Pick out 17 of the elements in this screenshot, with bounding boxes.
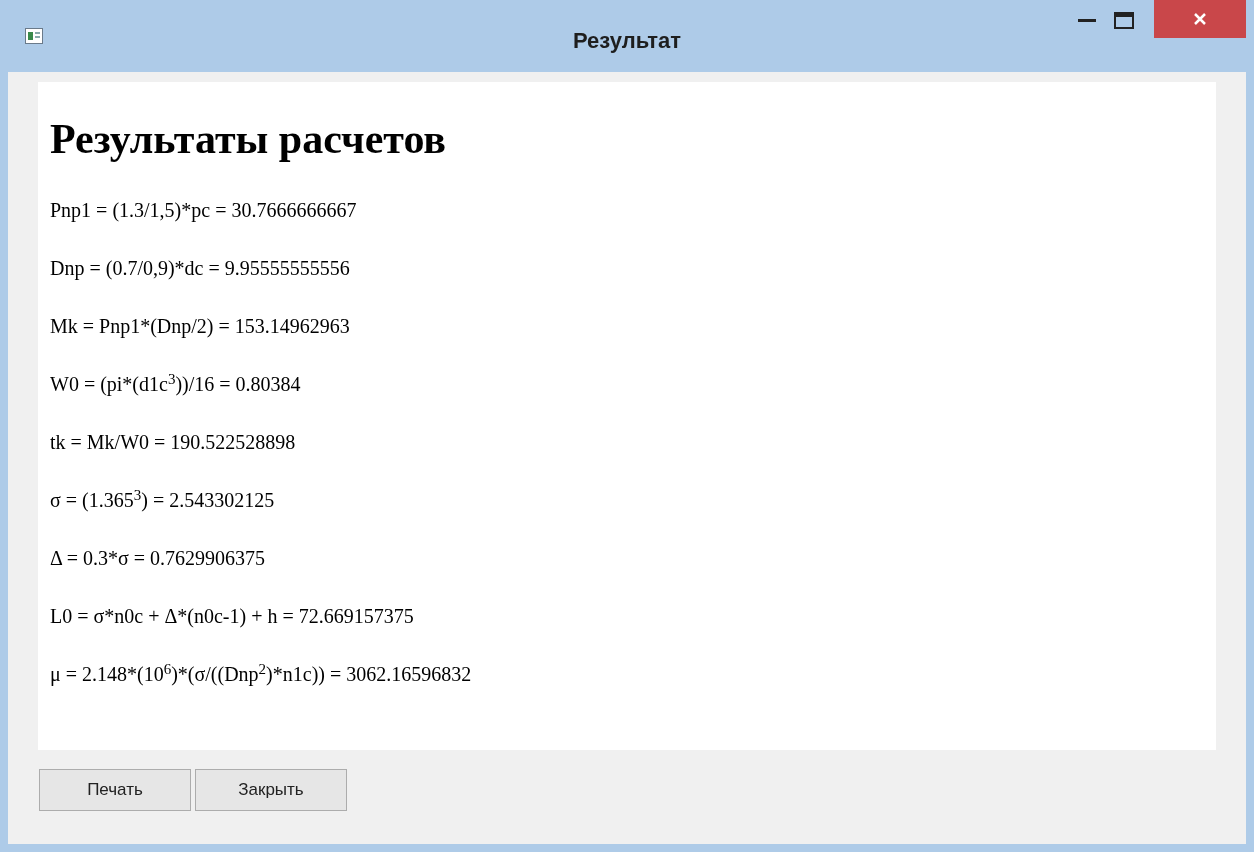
formula-line: W0 = (pi*(d1c$^{3}$))/16 = 0.80384 xyxy=(50,372,302,396)
window-title: Результат xyxy=(573,27,681,55)
maximize-icon xyxy=(1114,11,1134,29)
formula-line: L0 = σ*n0c + Δ*(n0c-1) + h = 72.669157375 xyxy=(50,604,415,628)
formula-line: Δ = 0.3*σ = 0.7629906375 xyxy=(50,546,267,570)
minimize-icon xyxy=(1078,18,1096,22)
formula-line: Pnp1 = (1.3/1,5)*pc = 30.7666666667 xyxy=(50,198,358,222)
close-icon xyxy=(1193,12,1207,26)
formula-line: σ = (1.365$^{3}$) = 2.543302125 xyxy=(50,488,276,512)
dialog-button[interactable]: Печать xyxy=(39,769,191,811)
formula-line: tk = Mk/W0 = 190.522528898 xyxy=(50,430,297,454)
app-icon xyxy=(25,28,43,44)
formula-line: Mk = Pnp1*(Dnp/2) = 153.14962963 xyxy=(50,314,351,338)
formula-line: Dnp = (0.7/0,9)*dc = 9.95555555556 xyxy=(50,256,351,280)
report-heading: Результаты расчетов xyxy=(50,118,448,160)
dialog-button[interactable]: Закрыть xyxy=(195,769,347,811)
formula-line: μ = 2.148*(10$^{6}$)*(σ/((Dnp$^{2}$)*n1c)) = 3062.16596832 xyxy=(50,662,473,686)
